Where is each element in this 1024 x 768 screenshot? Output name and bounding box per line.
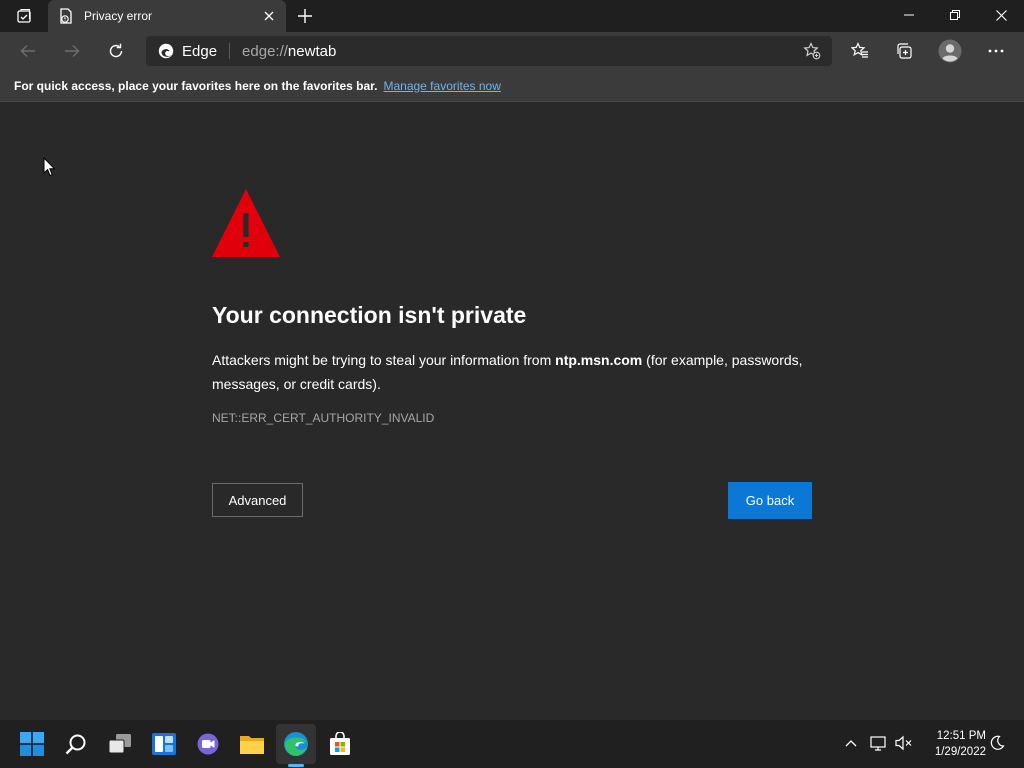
settings-more-button[interactable] — [981, 37, 1011, 65]
back-button[interactable] — [13, 37, 43, 65]
error-code: NET::ERR_CERT_AUTHORITY_INVALID — [212, 411, 435, 425]
favorites-button[interactable] — [845, 37, 875, 65]
collections-button[interactable] — [889, 37, 919, 65]
edge-logo-icon — [158, 43, 174, 59]
warning-triangle-icon — [212, 189, 280, 257]
minimize-button[interactable] — [886, 0, 932, 30]
close-window-button[interactable] — [978, 0, 1024, 30]
more-horizontal-icon — [988, 49, 1004, 53]
favorites-bar: For quick access, place your favorites h… — [0, 70, 1024, 102]
profile-button[interactable] — [934, 37, 966, 65]
chevron-up-icon — [845, 740, 857, 747]
close-icon — [995, 9, 1007, 21]
search-icon — [65, 734, 86, 755]
description-host: ntp.msn.com — [555, 352, 643, 368]
search-button[interactable] — [56, 724, 96, 764]
error-page: Your connection isn't private Attackers … — [0, 103, 1024, 720]
browser-toolbar: Edge edge://newtab — [0, 32, 1024, 70]
focus-assist-moon-icon — [990, 735, 1005, 750]
error-description: Attackers might be trying to steal your … — [212, 348, 822, 396]
task-view-button[interactable] — [100, 724, 140, 764]
address-separator — [229, 43, 231, 59]
store-icon — [330, 732, 350, 755]
page-title: Your connection isn't private — [212, 302, 527, 328]
tab-actions-button[interactable] — [6, 5, 42, 27]
taskbar-clock[interactable]: 12:51 PM 1/29/2022 — [920, 728, 986, 760]
arrow-left-icon — [20, 45, 35, 57]
network-button[interactable] — [868, 732, 890, 754]
collections-icon — [897, 43, 912, 59]
volume-button[interactable] — [893, 732, 915, 754]
file-explorer-button[interactable] — [232, 724, 272, 764]
manage-favorites-link[interactable]: Manage favorites now — [383, 79, 500, 93]
page-error-icon — [58, 8, 74, 24]
plus-icon — [298, 9, 312, 23]
chat-button[interactable] — [188, 724, 228, 764]
address-bar[interactable]: Edge edge://newtab — [146, 36, 832, 66]
advanced-button[interactable]: Advanced — [212, 483, 303, 517]
favorites-bar-message: For quick access, place your favorites h… — [14, 78, 378, 93]
edge-icon — [284, 732, 308, 756]
site-identity-label: Edge — [182, 42, 218, 60]
tab-close-button[interactable] — [258, 5, 280, 27]
minimize-icon — [904, 14, 914, 16]
file-explorer-icon — [240, 736, 264, 754]
url-host: newtab — [287, 42, 337, 60]
refresh-icon — [109, 43, 123, 58]
star-add-icon — [803, 42, 821, 60]
favorites-icon — [851, 42, 868, 58]
start-icon — [20, 732, 44, 756]
widgets-icon — [152, 733, 176, 755]
task-view-icon — [108, 734, 131, 754]
description-text-prefix: Attackers might be trying to steal your … — [212, 352, 556, 368]
tab-title: Privacy error — [84, 9, 153, 23]
restore-button[interactable] — [932, 0, 978, 30]
add-favorite-button[interactable] — [798, 37, 826, 65]
forward-button[interactable] — [57, 37, 87, 65]
notifications-button[interactable] — [986, 732, 1008, 754]
start-button[interactable] — [12, 724, 52, 764]
arrow-right-icon — [65, 45, 80, 57]
mouse-cursor-icon — [43, 157, 55, 177]
tab-privacy-error[interactable]: Privacy error — [48, 0, 286, 32]
network-icon — [870, 735, 886, 751]
avatar-icon — [938, 39, 962, 63]
restore-icon — [950, 10, 960, 20]
volume-muted-icon — [895, 735, 912, 751]
title-bar: Privacy error — [0, 0, 1024, 32]
go-back-button[interactable]: Go back — [728, 482, 812, 519]
chat-icon — [197, 733, 219, 755]
url-scheme: edge:// — [242, 42, 288, 60]
tab-actions-icon — [17, 8, 31, 23]
new-tab-button[interactable] — [292, 4, 318, 28]
close-icon — [264, 11, 274, 21]
edge-taskbar-button[interactable] — [276, 724, 316, 764]
refresh-button[interactable] — [101, 37, 131, 65]
show-hidden-icons-button[interactable] — [840, 732, 862, 754]
store-button[interactable] — [320, 724, 360, 764]
url-text[interactable]: edge://newtab — [242, 43, 798, 60]
clock-date: 1/29/2022 — [934, 746, 986, 758]
taskbar: 12:51 PM 1/29/2022 — [0, 720, 1024, 768]
widgets-button[interactable] — [144, 724, 184, 764]
clock-time: 12:51 PM — [936, 730, 986, 742]
active-app-indicator — [288, 764, 304, 767]
